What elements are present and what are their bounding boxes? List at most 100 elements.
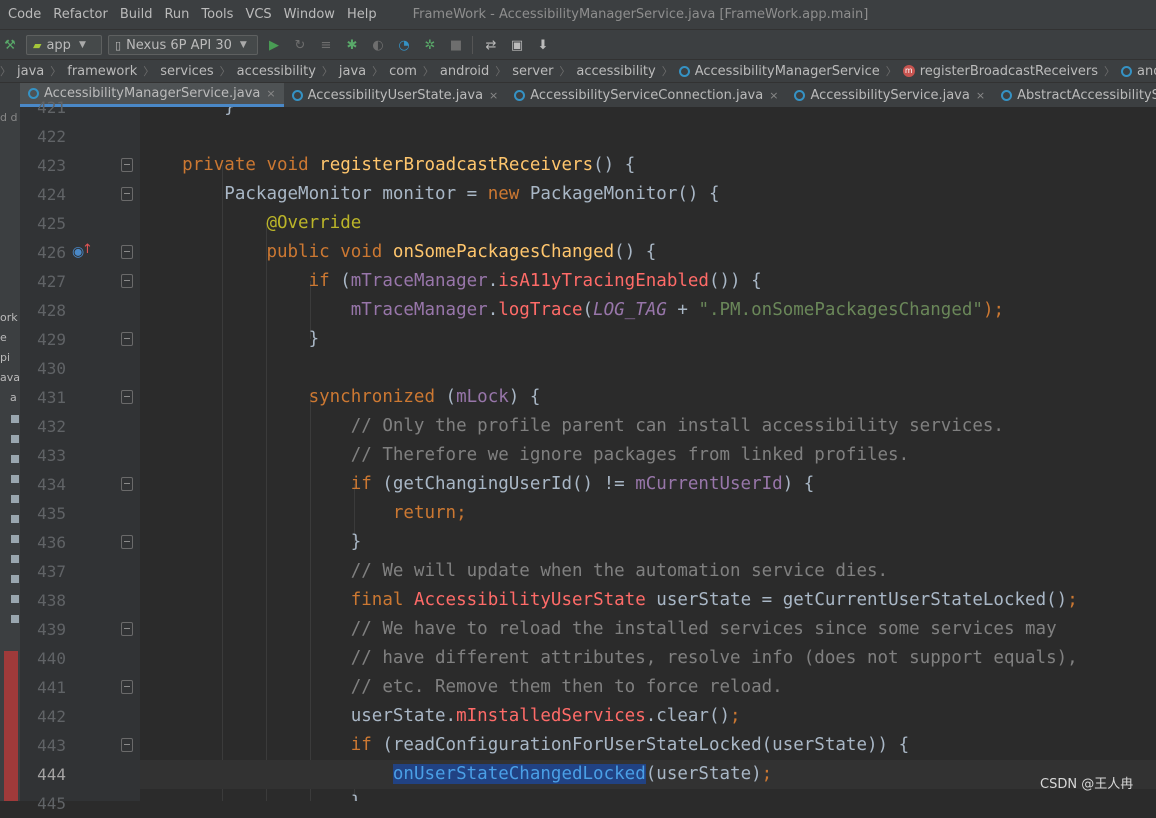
code-line-442[interactable]: userState.mInstalledServices.clear();	[140, 702, 1156, 731]
line-number: 424	[37, 185, 66, 204]
window-title: FrameWork - AccessibilityManagerService.…	[412, 7, 869, 22]
method-name: registerBroadcastReceivers	[319, 155, 594, 175]
field-ref-unresolved: mInstalledServices	[456, 706, 646, 726]
sdk-manager-icon[interactable]: ⬇	[533, 35, 553, 55]
tab-accessibility-user-state[interactable]: AccessibilityUserState.java ×	[284, 83, 507, 107]
code-line-436[interactable]: }	[140, 528, 1156, 557]
fold-marker-icon[interactable]	[121, 622, 133, 636]
code-line-424[interactable]: PackageMonitor monitor = new PackageMoni…	[140, 180, 1156, 209]
breadcrumb-item[interactable]: services	[158, 64, 215, 79]
menu-code[interactable]: Code	[4, 7, 45, 22]
close-icon[interactable]: ×	[976, 89, 985, 102]
fold-marker-icon[interactable]	[121, 158, 133, 172]
code-line-440[interactable]: // have different attributes, resolve in…	[140, 644, 1156, 673]
breadcrumb-item[interactable]: framework	[65, 64, 139, 79]
code-editor[interactable]: } private void registerBroadcastReceiver…	[140, 107, 1156, 801]
menu-run[interactable]: Run	[160, 7, 193, 22]
sync-icon[interactable]: ⇄	[481, 35, 501, 55]
code-line-444-current[interactable]: onUserStateChangedLocked(userState);	[140, 760, 1156, 789]
fold-marker-icon[interactable]	[121, 332, 133, 346]
attach-debugger-icon[interactable]: ◐	[368, 35, 388, 55]
menu-refactor[interactable]: Refactor	[49, 7, 112, 22]
code-text: .	[487, 271, 499, 291]
breadcrumb-item[interactable]: server	[510, 64, 555, 79]
fold-marker-icon[interactable]	[121, 245, 133, 259]
breadcrumb-class[interactable]: AccessibilityManagerService	[677, 64, 882, 79]
run-icon[interactable]: ▶	[264, 35, 284, 55]
menu-help[interactable]: Help	[343, 7, 381, 22]
field-ref: mLock	[456, 387, 509, 407]
menu-vcs[interactable]: VCS	[241, 7, 275, 22]
breadcrumb-anon-label: anonymous PackageMonitor	[1137, 63, 1156, 79]
code-line-432[interactable]: // Only the profile parent can install a…	[140, 412, 1156, 441]
code-line-435[interactable]: return;	[140, 499, 1156, 528]
code-text: () {	[614, 242, 657, 262]
menu-build[interactable]: Build	[116, 7, 157, 22]
code-line-426[interactable]: public void onSomePackagesChanged() {	[140, 238, 1156, 267]
tab-abstract-accessibility-service-connection[interactable]: AbstractAccessibilityServiceConnection.j…	[993, 83, 1156, 107]
apply-code-icon[interactable]: ≡	[316, 35, 336, 55]
keyword: return	[392, 503, 457, 523]
code-line-441[interactable]: // etc. Remove them then to force reload…	[140, 673, 1156, 702]
hammer-icon[interactable]: ⚒	[0, 35, 20, 55]
tab-accessibility-service[interactable]: AccessibilityService.java ×	[786, 83, 993, 107]
fold-marker-icon[interactable]	[121, 477, 133, 491]
fold-marker-icon[interactable]	[121, 738, 133, 752]
code-line-438[interactable]: final AccessibilityUserState userState =…	[140, 586, 1156, 615]
tree-node-icon	[11, 555, 19, 563]
breadcrumb-item[interactable]: android	[438, 64, 491, 79]
tab-label: AccessibilityService.java	[810, 87, 970, 103]
avd-manager-icon[interactable]: ▣	[507, 35, 527, 55]
breadcrumb-method[interactable]: m registerBroadcastReceivers	[901, 64, 1100, 79]
fold-marker-icon[interactable]	[121, 535, 133, 549]
project-fragment: e	[0, 331, 7, 344]
override-up-arrow-icon[interactable]: ↑	[82, 242, 93, 257]
project-fragment: a	[10, 391, 17, 404]
code-line-443[interactable]: if (readConfigurationForUserStateLocked(…	[140, 731, 1156, 760]
module-selector[interactable]: ▰ app ▼	[26, 35, 102, 55]
breadcrumb-item[interactable]: java	[15, 64, 46, 79]
breadcrumb-separator: 〉	[219, 65, 231, 78]
fold-marker-icon[interactable]	[121, 187, 133, 201]
code-line-428[interactable]: mTraceManager.logTrace(LOG_TAG + ".PM.on…	[140, 296, 1156, 325]
fold-marker-icon[interactable]	[121, 274, 133, 288]
stop-icon[interactable]: ■	[446, 35, 466, 55]
project-fragment: pi	[0, 351, 11, 364]
code-line-445[interactable]: }	[140, 789, 1156, 801]
code-line-437[interactable]: // We will update when the automation se…	[140, 557, 1156, 586]
error-underline-block	[4, 651, 18, 801]
fold-marker-icon[interactable]	[121, 680, 133, 694]
code-line-431[interactable]: synchronized (mLock) {	[140, 383, 1156, 412]
tab-accessibility-service-connection[interactable]: AccessibilityServiceConnection.java ×	[506, 83, 786, 107]
code-line-421[interactable]: }	[140, 107, 1156, 122]
fold-marker-icon[interactable]	[121, 390, 133, 404]
menu-tools[interactable]: Tools	[197, 7, 237, 22]
breadcrumb-item[interactable]: accessibility	[235, 64, 318, 79]
code-line-425[interactable]: @Override	[140, 209, 1156, 238]
breadcrumb-separator: 〉	[559, 65, 571, 78]
line-number: 437	[37, 562, 66, 581]
code-line-427[interactable]: if (mTraceManager.isA11yTracingEnabled()…	[140, 267, 1156, 296]
close-icon[interactable]: ×	[266, 87, 275, 100]
coverage-icon[interactable]: ✲	[420, 35, 440, 55]
code-line-434[interactable]: if (getChangingUserId() != mCurrentUserI…	[140, 470, 1156, 499]
breadcrumb-item[interactable]: java	[337, 64, 368, 79]
breadcrumb-anon-class[interactable]: anonymous PackageMonitor	[1119, 64, 1156, 79]
profile-icon[interactable]: ◔	[394, 35, 414, 55]
close-icon[interactable]: ×	[769, 89, 778, 102]
breadcrumb-item[interactable]: com	[387, 64, 419, 79]
menu-window[interactable]: Window	[280, 7, 339, 22]
code-line-433[interactable]: // Therefore we ignore packages from lin…	[140, 441, 1156, 470]
code-line-429[interactable]: }	[140, 325, 1156, 354]
code-line-439[interactable]: // We have to reload the installed servi…	[140, 615, 1156, 644]
breadcrumb-item[interactable]: accessibility	[574, 64, 657, 79]
debug-icon[interactable]: ✱	[342, 35, 362, 55]
device-selector[interactable]: ▯ Nexus 6P API 30 ▼	[108, 35, 258, 55]
line-number: 440	[37, 649, 66, 668]
close-icon[interactable]: ×	[489, 89, 498, 102]
code-line-423[interactable]: private void registerBroadcastReceivers(…	[140, 151, 1156, 180]
project-panel-edge[interactable]: d d ork e pi ava a	[0, 83, 20, 801]
line-number: 434	[37, 475, 66, 494]
apply-changes-icon[interactable]: ↻	[290, 35, 310, 55]
code-text: .clear()	[645, 706, 731, 726]
